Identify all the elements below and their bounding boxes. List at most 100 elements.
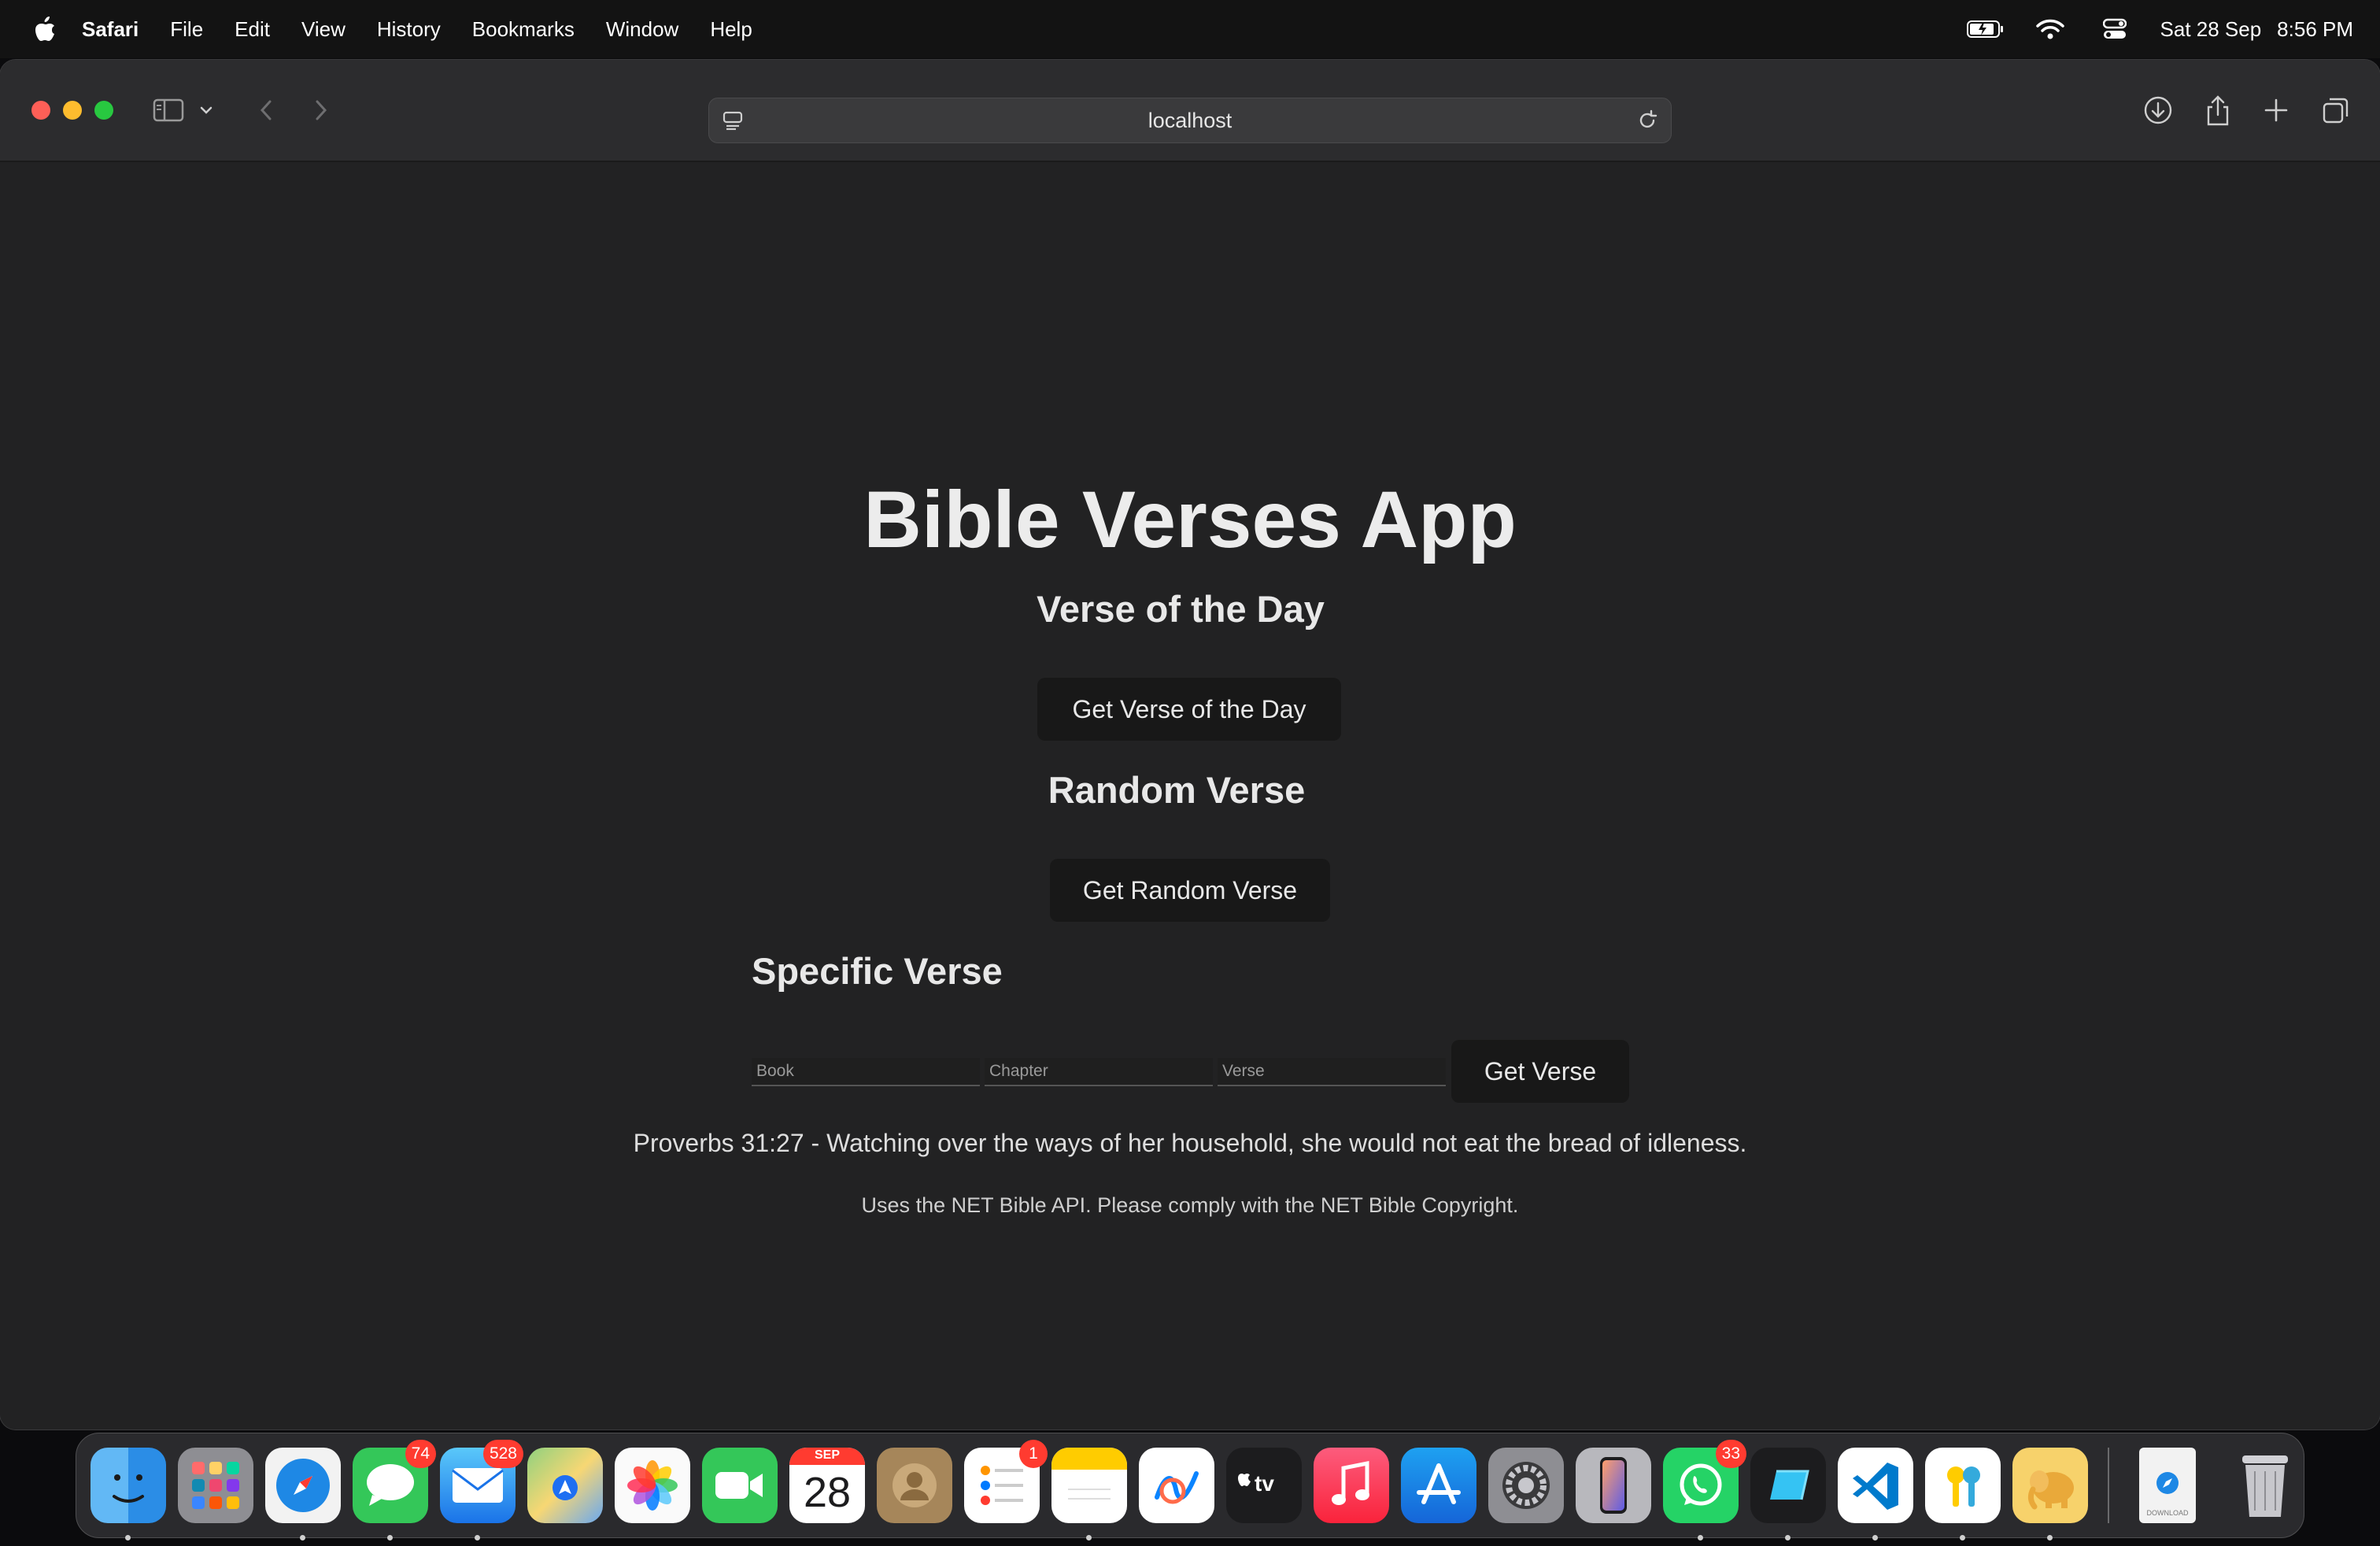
- tab-overview-icon[interactable]: [2320, 94, 2352, 126]
- menubar-date[interactable]: Sat 28 Sep: [2160, 17, 2262, 42]
- specific-verse-heading: Specific Verse: [752, 950, 1003, 992]
- running-indicator: [387, 1535, 393, 1540]
- dock-trash[interactable]: [2227, 1448, 2303, 1523]
- vscode-icon: [1838, 1448, 1913, 1523]
- verse-of-day-heading: Verse of the Day: [1037, 588, 1325, 630]
- running-indicator: [1872, 1535, 1878, 1540]
- notes-icon: [1051, 1448, 1127, 1523]
- share-icon[interactable]: [2202, 94, 2234, 126]
- verse-result: Proverbs 31:27 - Watching over the ways …: [633, 1129, 1747, 1157]
- dock-freeform[interactable]: [1139, 1448, 1214, 1523]
- dock-whatsapp[interactable]: 33: [1663, 1440, 1746, 1540]
- battery-icon[interactable]: [1966, 17, 2005, 41]
- dock-passwords[interactable]: [1925, 1448, 2001, 1540]
- close-window-button[interactable]: [31, 101, 50, 120]
- menu-edit[interactable]: Edit: [235, 17, 270, 42]
- running-indicator: [125, 1535, 131, 1540]
- zoom-window-button[interactable]: [94, 101, 113, 120]
- menu-bar: Safari File Edit View History Bookmarks …: [0, 0, 2380, 58]
- get-random-verse-button[interactable]: Get Random Verse: [1050, 859, 1330, 922]
- dock-launchpad[interactable]: [178, 1448, 253, 1523]
- dock-separator: [2108, 1448, 2109, 1523]
- reload-icon[interactable]: [1635, 108, 1660, 133]
- music-note-icon: [1314, 1448, 1389, 1523]
- downloads-label: DOWNLOAD: [2146, 1509, 2189, 1517]
- key-icon: [1925, 1448, 2001, 1523]
- launchpad-icon: [178, 1448, 253, 1523]
- notification-badge: 74: [405, 1440, 436, 1468]
- running-indicator: [1960, 1535, 1965, 1540]
- notification-badge: 1: [1019, 1440, 1048, 1468]
- menu-bookmarks[interactable]: Bookmarks: [472, 17, 575, 42]
- book-input[interactable]: [752, 1058, 980, 1086]
- new-tab-icon[interactable]: [2260, 94, 2292, 126]
- running-indicator: [1086, 1535, 1092, 1540]
- dock-app-tile[interactable]: [1750, 1448, 1826, 1540]
- video-camera-icon: [702, 1448, 778, 1523]
- wifi-icon[interactable]: [2031, 17, 2069, 41]
- random-verse-heading: Random Verse: [1048, 769, 1306, 811]
- verse-input[interactable]: [1218, 1058, 1446, 1086]
- svg-text:tv: tv: [1255, 1471, 1274, 1496]
- dock-app-store[interactable]: [1401, 1448, 1476, 1523]
- chevron-down-icon[interactable]: [197, 94, 216, 126]
- calendar-month: SEP: [789, 1448, 865, 1465]
- dock-notes[interactable]: [1051, 1448, 1127, 1540]
- dock-calendar[interactable]: SEP 28: [789, 1448, 865, 1523]
- dock-vscode[interactable]: [1838, 1448, 1913, 1540]
- gear-icon: [1488, 1448, 1564, 1523]
- calendar-day: 28: [803, 1469, 852, 1516]
- dock-photos[interactable]: [615, 1448, 690, 1523]
- back-icon[interactable]: [250, 94, 282, 126]
- control-center-icon[interactable]: [2096, 17, 2134, 41]
- running-indicator: [475, 1535, 480, 1540]
- get-verse-button[interactable]: Get Verse: [1451, 1040, 1629, 1103]
- menu-help[interactable]: Help: [710, 17, 752, 42]
- dock-facetime[interactable]: [702, 1448, 778, 1523]
- chapter-input[interactable]: [985, 1058, 1213, 1086]
- api-footnote: Uses the NET Bible API. Please comply wi…: [861, 1193, 1519, 1217]
- menu-window[interactable]: Window: [606, 17, 678, 42]
- running-indicator: [1785, 1535, 1791, 1540]
- url-text: localhost: [1148, 109, 1232, 132]
- dock-elephant-app[interactable]: [2012, 1448, 2088, 1540]
- menu-history[interactable]: History: [377, 17, 441, 42]
- app-store-icon: [1401, 1448, 1476, 1523]
- safari-window: localhost Bible Verses App Verse of the …: [0, 60, 2380, 1429]
- web-page: Bible Verses App Verse of the Day Get Ve…: [0, 162, 2380, 1429]
- contacts-person-icon: [877, 1448, 952, 1523]
- running-indicator: [1698, 1535, 1703, 1540]
- running-indicator: [2047, 1535, 2053, 1540]
- forward-icon[interactable]: [305, 94, 337, 126]
- apple-tv-icon: tv: [1226, 1448, 1302, 1523]
- apple-menu-icon[interactable]: [30, 13, 60, 45]
- iphone-icon: [1576, 1448, 1651, 1523]
- dock-system-settings[interactable]: [1488, 1448, 1564, 1523]
- menu-file[interactable]: File: [170, 17, 203, 42]
- dock-downloads-stack[interactable]: DOWNLOAD: [2139, 1448, 2196, 1523]
- menu-app-name[interactable]: Safari: [82, 17, 139, 42]
- dock-messages[interactable]: 74: [353, 1440, 436, 1540]
- photos-flower-icon: [615, 1448, 690, 1523]
- dock-iphone-mirroring[interactable]: [1576, 1448, 1651, 1523]
- address-bar[interactable]: localhost: [708, 98, 1672, 143]
- dock-contacts[interactable]: [877, 1448, 952, 1523]
- dock-music[interactable]: [1314, 1448, 1389, 1523]
- dock-reminders[interactable]: 1: [964, 1440, 1048, 1523]
- safari-compass-icon: [265, 1448, 341, 1523]
- elephant-icon: [2012, 1448, 2088, 1523]
- page-title: Bible Verses App: [863, 475, 1517, 564]
- menu-view[interactable]: View: [301, 17, 346, 42]
- menubar-time[interactable]: 8:56 PM: [2277, 17, 2353, 42]
- dock-finder[interactable]: [91, 1448, 166, 1540]
- get-verse-of-day-button[interactable]: Get Verse of the Day: [1037, 678, 1341, 741]
- minimize-window-button[interactable]: [63, 101, 82, 120]
- dock-mail[interactable]: 528: [440, 1440, 523, 1540]
- dock-maps[interactable]: [527, 1448, 603, 1523]
- dock-apple-tv[interactable]: tv: [1226, 1448, 1302, 1523]
- downloads-icon[interactable]: [2142, 94, 2174, 126]
- running-indicator: [300, 1535, 305, 1540]
- dock-safari[interactable]: [265, 1448, 341, 1540]
- dock: 74 528 SEP 28 1 tv 33 DOWNLOAD: [76, 1433, 2304, 1540]
- sidebar-toggle-icon[interactable]: [153, 94, 184, 126]
